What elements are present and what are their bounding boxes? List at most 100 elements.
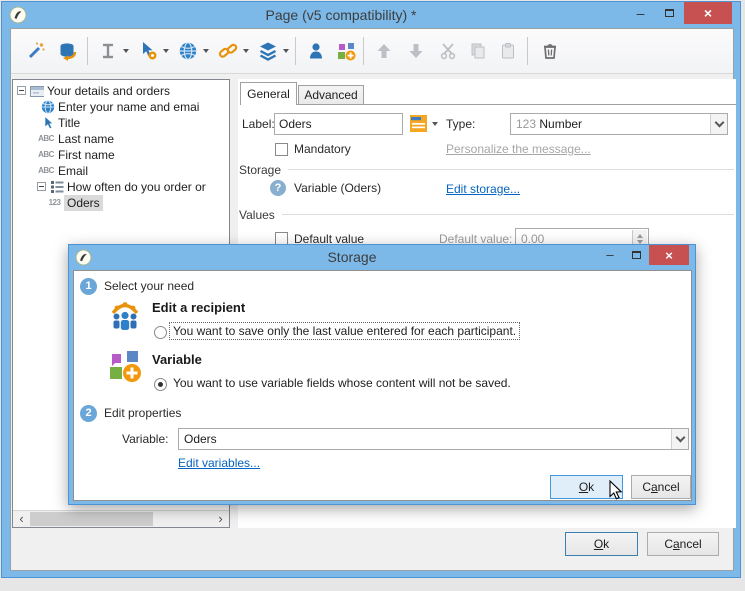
tree-item-first-name[interactable]: ABC First name bbox=[13, 147, 229, 163]
tree-item-your-details[interactable]: Your details and orders bbox=[13, 83, 229, 99]
field-properties-button[interactable] bbox=[135, 37, 161, 65]
group-divider bbox=[282, 214, 734, 215]
app-icon bbox=[75, 249, 92, 266]
link-dropdown-caret[interactable] bbox=[243, 49, 249, 53]
number-123-icon: 123 bbox=[48, 198, 61, 207]
tree-item-title[interactable]: Title bbox=[13, 115, 229, 131]
layers-dropdown-caret[interactable] bbox=[283, 49, 289, 53]
edit-storage-link[interactable]: Edit storage... bbox=[446, 182, 520, 196]
variable-caption: Variable: bbox=[122, 432, 169, 446]
collapse-toggle-icon[interactable] bbox=[37, 182, 46, 191]
edit-recipient-heading: Edit a recipient bbox=[152, 300, 246, 315]
toolbar-separator bbox=[363, 37, 364, 65]
personalize-message-link: Personalize the message... bbox=[446, 142, 591, 156]
tab-divider bbox=[240, 104, 736, 105]
step-2-badge: 2 bbox=[80, 405, 97, 422]
label-caption: Label: bbox=[242, 117, 275, 131]
label-style-dropdown-caret[interactable] bbox=[432, 122, 438, 126]
form-icon bbox=[30, 84, 44, 98]
storage-dialog: Storage – × 1 Select your need Edit a re… bbox=[68, 244, 696, 505]
label-style-button[interactable] bbox=[410, 115, 427, 135]
delete-button[interactable] bbox=[537, 37, 563, 65]
maximize-button[interactable] bbox=[655, 2, 684, 23]
dialog-window-controls: – × bbox=[597, 245, 689, 265]
variable-button[interactable] bbox=[333, 37, 359, 65]
chevron-down-icon[interactable] bbox=[710, 114, 727, 134]
group-divider bbox=[288, 169, 734, 170]
maximize-button[interactable] bbox=[623, 245, 649, 264]
type-caption: Type: bbox=[446, 117, 476, 131]
minimize-button[interactable]: – bbox=[597, 245, 623, 264]
recipient-radio[interactable] bbox=[154, 326, 167, 339]
tree-item-last-name[interactable]: ABC Last name bbox=[13, 131, 229, 147]
scroll-left-icon[interactable]: ‹ bbox=[13, 511, 30, 527]
dialog-title: Storage bbox=[327, 249, 377, 265]
mandatory-checkbox[interactable] bbox=[275, 143, 288, 156]
paste-button bbox=[495, 37, 521, 65]
tab-advanced[interactable]: Advanced bbox=[298, 85, 364, 105]
dialog-cancel-button[interactable]: Cancel bbox=[631, 475, 691, 499]
type-combobox[interactable]: 123 Number bbox=[510, 113, 728, 135]
abc-text-icon: ABC bbox=[38, 134, 54, 143]
recipient-radio-label[interactable]: You want to save only the last value ent… bbox=[168, 322, 521, 340]
ok-button[interactable]: Ok bbox=[565, 532, 638, 556]
web-dropdown-caret[interactable] bbox=[203, 49, 209, 53]
close-button[interactable]: × bbox=[684, 2, 732, 24]
field-height-dropdown-caret[interactable] bbox=[123, 49, 129, 53]
move-down-button bbox=[403, 37, 429, 65]
minimize-button[interactable]: – bbox=[626, 2, 655, 23]
step-2-title: Edit properties bbox=[104, 406, 182, 420]
main-toolbar bbox=[11, 29, 733, 74]
field-properties-dropdown-caret[interactable] bbox=[163, 49, 169, 53]
edit-recipient-icon bbox=[108, 297, 142, 334]
label-input[interactable] bbox=[274, 113, 403, 135]
copy-button bbox=[465, 37, 491, 65]
layers-button[interactable] bbox=[255, 37, 281, 65]
mandatory-label: Mandatory bbox=[294, 142, 351, 156]
variable-value: Oders bbox=[184, 432, 217, 446]
tree-item-how-often[interactable]: How often do you order or bbox=[13, 179, 229, 195]
tree-item-enter-your-name[interactable]: Enter your name and emai bbox=[13, 99, 229, 115]
field-height-button[interactable] bbox=[95, 37, 121, 65]
field-height-icon bbox=[103, 43, 113, 59]
storage-group-title: Storage bbox=[239, 163, 282, 177]
field-properties-icon bbox=[143, 42, 157, 60]
scroll-right-icon[interactable]: › bbox=[212, 511, 229, 527]
help-question-icon: ? bbox=[270, 180, 286, 196]
cut-icon bbox=[440, 43, 456, 60]
link-button[interactable] bbox=[215, 37, 241, 65]
label-style-icon bbox=[410, 115, 427, 132]
magic-wand-icon bbox=[28, 42, 45, 59]
step-1-title: Select your need bbox=[104, 279, 195, 293]
main-window-controls: – × bbox=[626, 2, 732, 24]
tree-item-oders[interactable]: 123 Oders bbox=[13, 195, 229, 211]
variable-radio-label[interactable]: You want to use variable fields whose co… bbox=[170, 375, 514, 391]
maximize-icon bbox=[665, 8, 674, 17]
app-icon bbox=[9, 6, 27, 24]
selected-tree-label: Oders bbox=[64, 195, 103, 211]
cancel-button[interactable]: Cancel bbox=[647, 532, 719, 556]
variable-radio[interactable] bbox=[154, 378, 167, 391]
tab-general[interactable]: General bbox=[240, 82, 297, 105]
web-button[interactable] bbox=[175, 37, 201, 65]
chevron-down-icon[interactable] bbox=[671, 429, 688, 449]
scrollbar-thumb[interactable] bbox=[30, 512, 153, 526]
move-down-icon bbox=[409, 44, 423, 58]
link-icon bbox=[218, 43, 238, 58]
recipient-icon bbox=[310, 43, 322, 59]
magic-wand-button[interactable] bbox=[23, 37, 49, 65]
tree-horizontal-scrollbar[interactable]: ‹ › bbox=[13, 510, 229, 527]
data-mapping-button[interactable] bbox=[55, 37, 81, 65]
step-1-badge: 1 bbox=[80, 278, 97, 295]
recipient-button[interactable] bbox=[303, 37, 329, 65]
screen: { "colors": { "frame_blue": "#7db9e8", "… bbox=[0, 0, 745, 591]
edit-variables-link[interactable]: Edit variables... bbox=[178, 456, 260, 470]
main-window-title: Page (v5 compatibility) * bbox=[265, 7, 417, 23]
cut-button bbox=[435, 37, 461, 65]
tree-item-email[interactable]: ABC Email bbox=[13, 163, 229, 179]
paste-icon bbox=[502, 43, 514, 59]
variable-combobox[interactable]: Oders bbox=[178, 428, 689, 450]
collapse-toggle-icon[interactable] bbox=[17, 86, 26, 95]
close-button[interactable]: × bbox=[649, 245, 689, 265]
variable-icon bbox=[108, 349, 142, 386]
